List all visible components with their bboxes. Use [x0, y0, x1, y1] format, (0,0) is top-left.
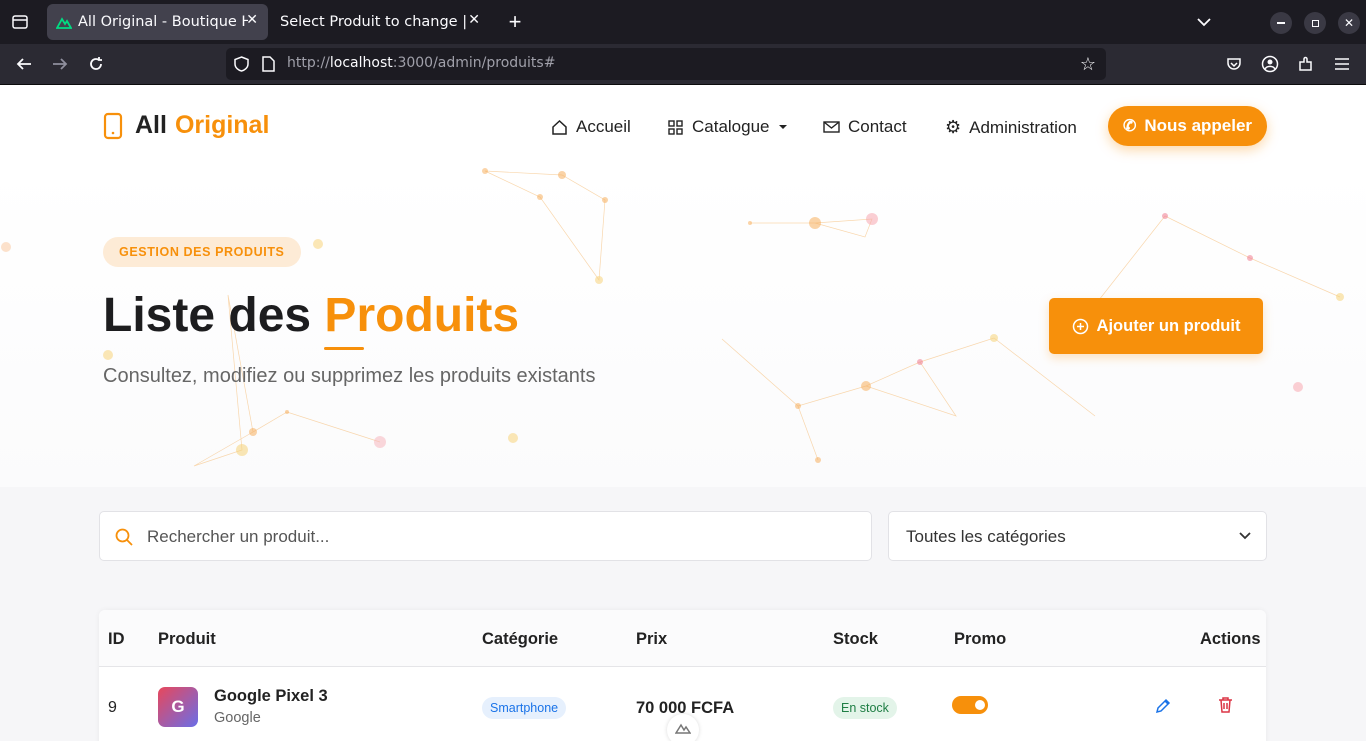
tab-inactive[interactable]: Select Produit to change | Dj ✕ [270, 4, 490, 40]
column-header-stock[interactable]: Stock [833, 630, 878, 649]
envelope-icon [823, 121, 840, 133]
back-icon[interactable] [14, 54, 34, 74]
extensions-icon[interactable] [1296, 54, 1316, 74]
nav-label: Catalogue [692, 117, 770, 136]
search-icon [115, 528, 133, 546]
home-icon [552, 119, 567, 135]
plus-circle-icon [1072, 318, 1088, 334]
tab-bar: All Original - Boutique Hig ✕ Select Pro… [0, 0, 1366, 44]
title-part-a: Liste des [103, 289, 312, 342]
nav-label: Administration [969, 117, 1077, 137]
call-button[interactable]: ✆ Nous appeler [1108, 106, 1267, 146]
url-scheme: http:// [287, 55, 330, 71]
tab-title: All Original - Boutique Hig [78, 14, 248, 30]
browser-chrome: All Original - Boutique Hig ✕ Select Pro… [0, 0, 1366, 85]
nav-accueil[interactable]: Accueil [551, 117, 631, 137]
account-icon[interactable] [1260, 54, 1280, 74]
phone-call-icon: ✆ [1122, 118, 1137, 135]
category-badge: Smartphone [482, 697, 567, 719]
logo-text-b: Original [174, 111, 270, 139]
pocket-icon[interactable] [1224, 54, 1244, 74]
column-header-price[interactable]: Prix [636, 630, 667, 649]
logo[interactable]: All Original [103, 111, 269, 140]
chevron-down-icon[interactable] [1193, 12, 1215, 32]
logo-text-a: All [135, 111, 167, 139]
products-table: ID Produit Catégorie Prix Stock Promo Ac… [99, 610, 1266, 741]
maximize-icon[interactable] [1304, 12, 1326, 34]
pencil-icon [1155, 698, 1171, 714]
nuxt-icon [56, 17, 72, 29]
close-icon[interactable]: ✕ [246, 12, 258, 28]
site-header: All Original Accueil Catalogue Contact ⚙… [0, 85, 1366, 167]
edit-button[interactable] [1153, 696, 1173, 716]
add-product-label: Ajouter un produit [1096, 316, 1241, 335]
nav-administration[interactable]: ⚙ Administration [945, 117, 1077, 138]
search-placeholder: Rechercher un produit... [147, 527, 330, 546]
shield-icon[interactable] [232, 55, 250, 73]
nav-label: Accueil [576, 117, 631, 136]
page-icon [260, 55, 276, 73]
hero-section: All Original Accueil Catalogue Contact ⚙… [0, 85, 1366, 487]
nav-label: Contact [848, 117, 907, 136]
category-select[interactable]: Toutes les catégories [888, 511, 1267, 561]
product-avatar: G [158, 687, 198, 727]
nuxt-devtools-button[interactable] [667, 714, 699, 741]
forward-icon[interactable] [50, 54, 70, 74]
row-id: 9 [108, 699, 117, 716]
page-subtitle: Consultez, modifiez ou supprimez les pro… [103, 365, 596, 387]
stock-badge: En stock [833, 697, 897, 719]
chevron-down-icon [1239, 532, 1251, 540]
add-product-button[interactable]: Ajouter un produit [1049, 298, 1263, 354]
menu-icon[interactable] [1332, 54, 1352, 74]
tab-title: Select Produit to change | Dj [280, 14, 466, 30]
column-header-id[interactable]: ID [108, 630, 125, 649]
caret-down-icon [778, 125, 787, 129]
nuxt-icon [675, 723, 691, 734]
window-close-icon[interactable]: ✕ [1338, 12, 1360, 34]
url-path: :3000/admin/produits# [392, 55, 556, 71]
call-button-label: Nous appeler [1144, 116, 1253, 135]
url-host: localhost [329, 55, 393, 71]
trash-icon [1218, 697, 1232, 713]
url-bar[interactable]: http://localhost:3000/admin/produits# ☆ [226, 48, 1106, 80]
nav-catalogue[interactable]: Catalogue [667, 117, 788, 137]
gear-icon: ⚙ [945, 117, 962, 137]
phone-icon [103, 112, 123, 139]
product-brand: Google [214, 710, 261, 726]
column-header-category[interactable]: Catégorie [482, 630, 558, 649]
grid-icon [668, 119, 683, 135]
title-part-b: Produits [324, 289, 520, 342]
page: All Original Accueil Catalogue Contact ⚙… [0, 85, 1366, 741]
url-text[interactable]: http://localhost:3000/admin/produits# [287, 55, 555, 71]
tab-overview-icon[interactable] [10, 12, 30, 32]
table-header: ID Produit Catégorie Prix Stock Promo Ac… [99, 610, 1266, 667]
minimize-icon[interactable] [1270, 12, 1292, 34]
close-icon[interactable]: ✕ [468, 12, 480, 28]
search-input[interactable]: Rechercher un produit... [99, 511, 872, 561]
delete-button[interactable] [1215, 695, 1235, 715]
column-header-promo[interactable]: Promo [954, 630, 1006, 649]
nav-contact[interactable]: Contact [823, 117, 907, 137]
page-title: Liste des Produits [103, 288, 519, 343]
category-select-value: Toutes les catégories [906, 527, 1066, 546]
column-header-product[interactable]: Produit [158, 630, 216, 649]
promo-toggle[interactable] [952, 696, 988, 714]
product-name: Google Pixel 3 [214, 687, 328, 705]
bookmark-star-icon[interactable]: ☆ [1079, 54, 1097, 75]
column-header-actions: Actions [1200, 630, 1261, 648]
section-badge: GESTION DES PRODUITS [103, 237, 301, 267]
new-tab-icon[interactable]: + [504, 9, 526, 34]
tab-active[interactable]: All Original - Boutique Hig ✕ [47, 4, 268, 40]
reload-icon[interactable] [86, 54, 106, 74]
